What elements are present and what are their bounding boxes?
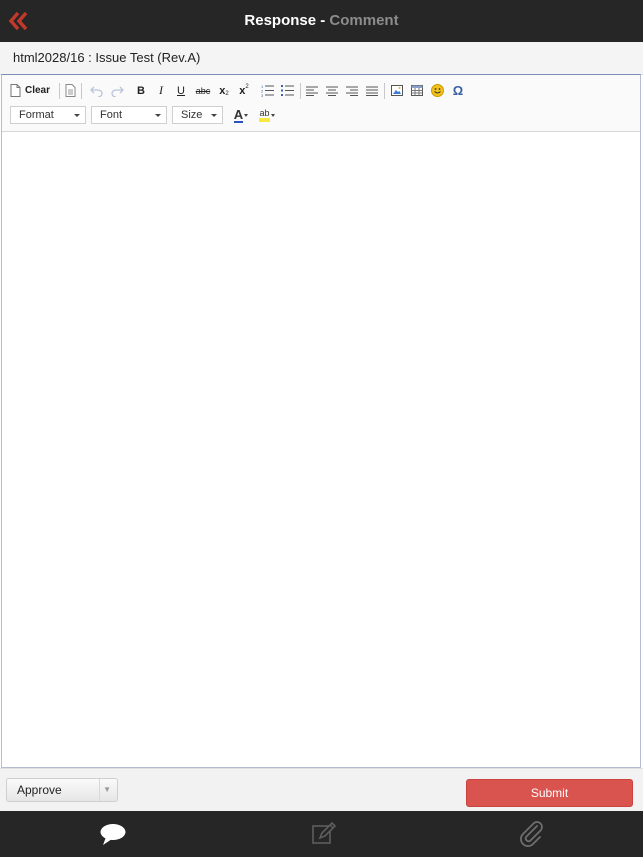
chevron-down-icon: ▼	[103, 785, 111, 794]
bold-button[interactable]: B	[133, 81, 149, 100]
superscript-button[interactable]: x2	[235, 81, 253, 100]
align-left-icon	[306, 86, 318, 96]
document-header: html2028/16 : Issue Test (Rev.A)	[0, 42, 643, 75]
select-divider	[99, 779, 100, 801]
align-left-button[interactable]	[304, 81, 320, 100]
table-icon	[411, 85, 423, 96]
size-label: Size	[181, 109, 203, 121]
tab-edit[interactable]	[307, 819, 339, 849]
align-center-icon	[326, 86, 338, 96]
top-bar: Response - Comment	[0, 0, 643, 42]
new-page-icon	[10, 84, 21, 97]
superscript-index: 2	[245, 83, 249, 90]
underline-button[interactable]: U	[173, 81, 189, 100]
page-title-main: Response -	[244, 12, 330, 29]
bulleted-list-icon	[281, 85, 294, 96]
svg-text:3: 3	[261, 93, 264, 97]
rich-text-editor: Clear B I U abc x2 x2 123 Ω Format Font …	[1, 74, 641, 768]
redo-icon	[111, 86, 124, 97]
toolbar-separator	[81, 83, 82, 99]
undo-icon	[90, 86, 103, 97]
smiley-icon	[430, 84, 444, 97]
font-select[interactable]: Font	[91, 106, 167, 124]
undo-button[interactable]	[88, 81, 106, 100]
text-color-button[interactable]: A	[230, 106, 252, 125]
clear-button[interactable]: Clear	[10, 81, 56, 100]
tab-attachment[interactable]	[515, 819, 547, 849]
page-title-sub: Comment	[329, 12, 399, 29]
image-icon	[391, 85, 403, 96]
redo-button[interactable]	[108, 81, 126, 100]
chevron-down-icon	[244, 114, 249, 117]
background-color-icon: ab	[259, 109, 270, 122]
bulleted-list-button[interactable]	[279, 81, 297, 100]
editor-toolbar: Clear B I U abc x2 x2 123 Ω Format Font …	[2, 75, 640, 132]
format-label: Format	[19, 109, 54, 121]
background-color-button[interactable]: ab	[256, 106, 278, 125]
toolbar-separator	[384, 83, 385, 99]
templates-button[interactable]	[63, 81, 77, 100]
size-select[interactable]: Size	[172, 106, 223, 124]
image-button[interactable]	[389, 81, 405, 100]
comment-icon	[100, 824, 126, 845]
font-label: Font	[100, 109, 123, 121]
justify-button[interactable]	[364, 81, 380, 100]
subscript-index: 2	[225, 90, 229, 97]
chevron-down-icon	[270, 114, 275, 117]
format-select[interactable]: Format	[10, 106, 86, 124]
toolbar-separator	[59, 83, 60, 99]
submit-button[interactable]: Submit	[466, 779, 633, 807]
align-right-icon	[346, 86, 358, 96]
numbered-list-button[interactable]: 123	[259, 81, 277, 100]
edit-icon	[312, 821, 337, 844]
document-title: html2028/16 : Issue Test (Rev.A)	[13, 50, 201, 65]
chevron-down-icon	[74, 114, 80, 117]
templates-icon	[65, 84, 75, 97]
justify-icon	[366, 86, 378, 96]
page-title: Response - Comment	[0, 0, 643, 42]
tab-comment[interactable]	[97, 819, 129, 849]
status-value: Approve	[17, 783, 62, 797]
table-button[interactable]	[409, 81, 425, 100]
align-center-button[interactable]	[324, 81, 340, 100]
chevron-down-icon	[211, 114, 217, 117]
align-right-button[interactable]	[344, 81, 360, 100]
action-footer: Approve ▼ Submit	[0, 768, 643, 812]
attachment-icon	[520, 821, 543, 847]
subscript-button[interactable]: x2	[215, 81, 233, 100]
numbered-list-icon: 123	[261, 84, 274, 97]
smiley-button[interactable]	[429, 81, 445, 100]
text-color-icon: A	[233, 106, 244, 123]
chevron-down-icon	[155, 114, 161, 117]
italic-button[interactable]: I	[153, 81, 169, 100]
status-select[interactable]: Approve ▼	[6, 778, 118, 802]
editor-content-area[interactable]	[2, 132, 640, 767]
toolbar-separator	[300, 83, 301, 99]
special-char-button[interactable]: Ω	[450, 81, 466, 100]
bottom-tab-bar	[0, 811, 643, 857]
clear-label: Clear	[25, 85, 51, 96]
strikethrough-button[interactable]: abc	[193, 81, 213, 100]
